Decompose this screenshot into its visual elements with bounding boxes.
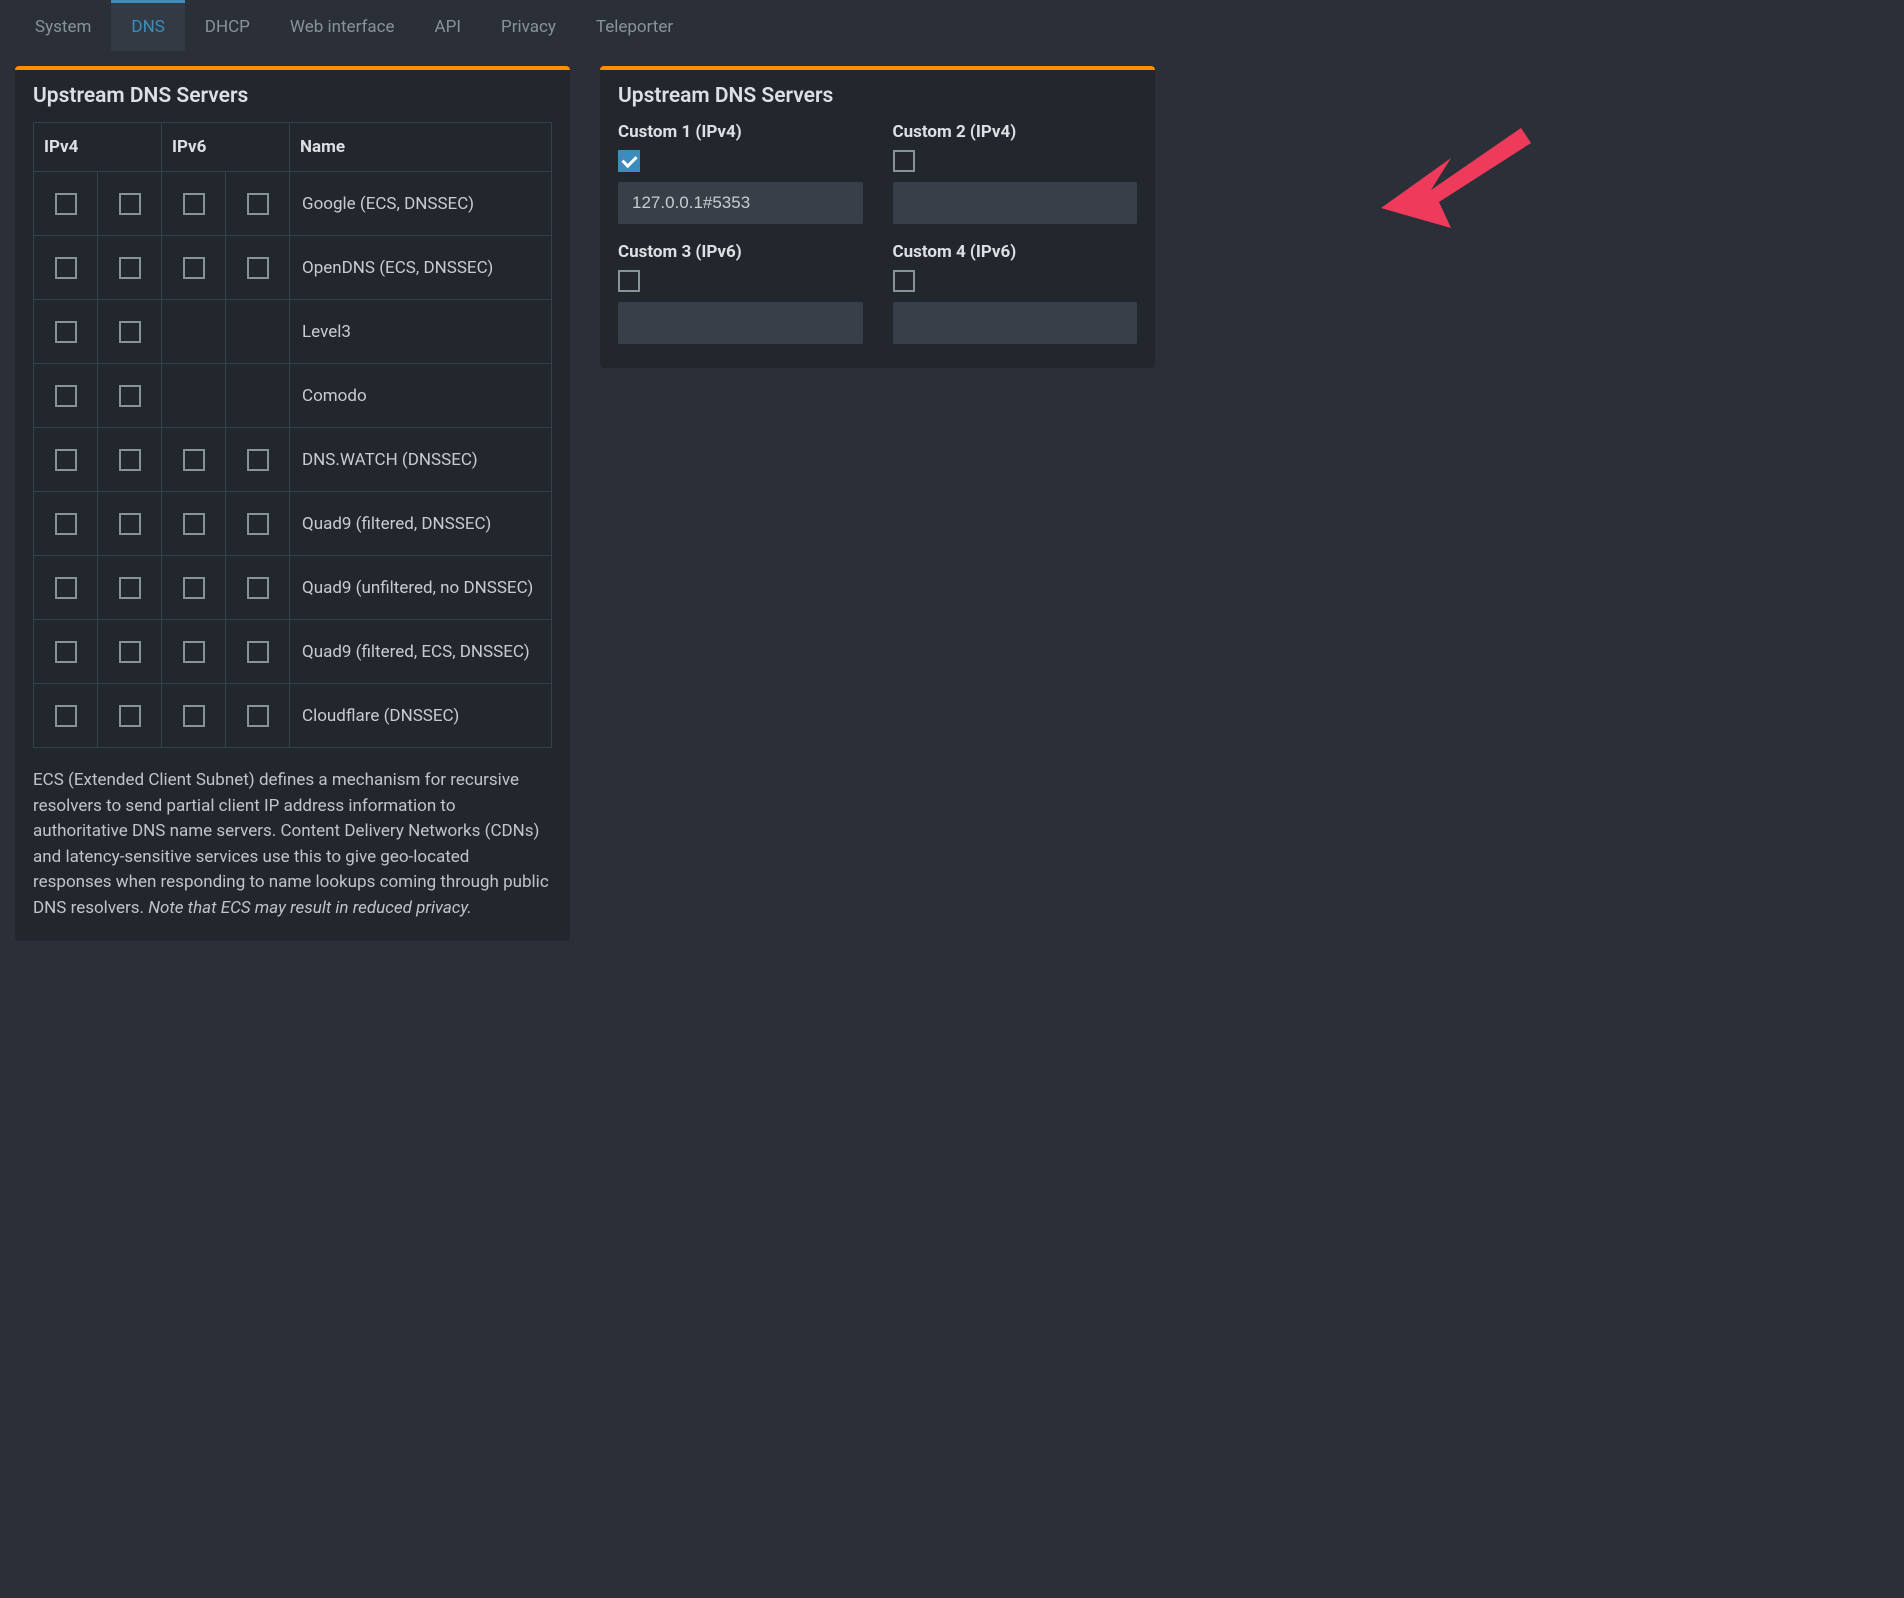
table-row: Quad9 (filtered, ECS, DNSSEC) bbox=[34, 620, 552, 684]
header-ipv6: IPv6 bbox=[162, 123, 290, 172]
table-row: Level3 bbox=[34, 300, 552, 364]
dns-ipv6-checkbox[interactable] bbox=[183, 577, 205, 599]
dns-ipv4-checkbox[interactable] bbox=[55, 257, 77, 279]
dns-ipv4-checkbox[interactable] bbox=[119, 449, 141, 471]
dns-ipv6-checkbox[interactable] bbox=[183, 449, 205, 471]
tab-teleporter[interactable]: Teleporter bbox=[576, 0, 693, 51]
custom-dns-input[interactable] bbox=[893, 182, 1138, 224]
tab-dhcp[interactable]: DHCP bbox=[185, 0, 270, 51]
dns-ipv4-checkbox[interactable] bbox=[119, 385, 141, 407]
custom-dns-label: Custom 4 (IPv6) bbox=[893, 242, 1138, 262]
dns-ipv4-checkbox[interactable] bbox=[55, 513, 77, 535]
settings-tabs: System DNS DHCP Web interface API Privac… bbox=[15, 0, 1175, 51]
dns-ipv4-checkbox[interactable] bbox=[55, 641, 77, 663]
dns-ipv6-checkbox[interactable] bbox=[183, 641, 205, 663]
tab-system[interactable]: System bbox=[15, 0, 111, 51]
dns-ipv6-checkbox[interactable] bbox=[183, 705, 205, 727]
dns-ipv4-checkbox[interactable] bbox=[55, 193, 77, 215]
dns-ipv4-checkbox[interactable] bbox=[55, 385, 77, 407]
panel-title: Upstream DNS Servers bbox=[600, 70, 1155, 122]
dns-ipv6-checkbox[interactable] bbox=[247, 449, 269, 471]
custom-dns-input[interactable] bbox=[893, 302, 1138, 344]
dns-ipv6-checkbox[interactable] bbox=[183, 257, 205, 279]
dns-ipv4-checkbox[interactable] bbox=[119, 577, 141, 599]
ecs-footnote: ECS (Extended Client Subnet) defines a m… bbox=[33, 768, 552, 921]
provider-name: Quad9 (filtered, ECS, DNSSEC) bbox=[290, 620, 552, 684]
table-row: Cloudflare (DNSSEC) bbox=[34, 684, 552, 748]
dns-ipv4-checkbox[interactable] bbox=[55, 705, 77, 727]
table-row: DNS.WATCH (DNSSEC) bbox=[34, 428, 552, 492]
tab-dns[interactable]: DNS bbox=[111, 0, 184, 51]
dns-ipv6-checkbox[interactable] bbox=[247, 193, 269, 215]
dns-ipv4-checkbox[interactable] bbox=[119, 257, 141, 279]
provider-name: Quad9 (unfiltered, no DNSSEC) bbox=[290, 556, 552, 620]
custom-dns-field: Custom 4 (IPv6) bbox=[893, 242, 1138, 344]
annotation-arrow-icon bbox=[1381, 118, 1531, 238]
dns-ipv4-checkbox[interactable] bbox=[55, 577, 77, 599]
custom-dns-checkbox[interactable] bbox=[893, 150, 915, 172]
dns-providers-table: IPv4 IPv6 Name Google (ECS, DNSSEC)OpenD… bbox=[33, 122, 552, 748]
dns-ipv6-checkbox[interactable] bbox=[247, 705, 269, 727]
custom-dns-input[interactable] bbox=[618, 182, 863, 224]
dns-ipv4-checkbox[interactable] bbox=[119, 321, 141, 343]
custom-dns-checkbox[interactable] bbox=[618, 150, 640, 172]
panel-title: Upstream DNS Servers bbox=[15, 70, 570, 122]
custom-dns-field: Custom 3 (IPv6) bbox=[618, 242, 863, 344]
custom-dns-label: Custom 1 (IPv4) bbox=[618, 122, 863, 142]
provider-name: DNS.WATCH (DNSSEC) bbox=[290, 428, 552, 492]
custom-dns-checkbox[interactable] bbox=[618, 270, 640, 292]
table-row: Quad9 (filtered, DNSSEC) bbox=[34, 492, 552, 556]
dns-ipv6-checkbox[interactable] bbox=[247, 513, 269, 535]
custom-dns-label: Custom 2 (IPv4) bbox=[893, 122, 1138, 142]
upstream-dns-servers-panel: Upstream DNS Servers IPv4 IPv6 Name Goog… bbox=[15, 66, 570, 941]
dns-ipv6-checkbox[interactable] bbox=[183, 193, 205, 215]
header-name: Name bbox=[290, 123, 552, 172]
dns-ipv6-checkbox[interactable] bbox=[183, 513, 205, 535]
dns-ipv4-checkbox[interactable] bbox=[55, 449, 77, 471]
tab-web-interface[interactable]: Web interface bbox=[270, 0, 415, 51]
custom-dns-input[interactable] bbox=[618, 302, 863, 344]
custom-dns-label: Custom 3 (IPv6) bbox=[618, 242, 863, 262]
table-row: OpenDNS (ECS, DNSSEC) bbox=[34, 236, 552, 300]
provider-name: Comodo bbox=[290, 364, 552, 428]
dns-ipv6-checkbox[interactable] bbox=[247, 641, 269, 663]
provider-name: Level3 bbox=[290, 300, 552, 364]
table-row: Comodo bbox=[34, 364, 552, 428]
table-row: Google (ECS, DNSSEC) bbox=[34, 172, 552, 236]
custom-dns-checkbox[interactable] bbox=[893, 270, 915, 292]
custom-dns-panel: Upstream DNS Servers Custom 1 (IPv4) Cust… bbox=[600, 66, 1155, 368]
custom-dns-field: Custom 2 (IPv4) bbox=[893, 122, 1138, 224]
table-row: Quad9 (unfiltered, no DNSSEC) bbox=[34, 556, 552, 620]
custom-dns-field: Custom 1 (IPv4) bbox=[618, 122, 863, 224]
provider-name: Quad9 (filtered, DNSSEC) bbox=[290, 492, 552, 556]
dns-ipv4-checkbox[interactable] bbox=[119, 641, 141, 663]
tab-api[interactable]: API bbox=[415, 0, 481, 51]
tab-privacy[interactable]: Privacy bbox=[481, 0, 576, 51]
header-ipv4: IPv4 bbox=[34, 123, 162, 172]
dns-ipv4-checkbox[interactable] bbox=[119, 705, 141, 727]
dns-ipv4-checkbox[interactable] bbox=[55, 321, 77, 343]
dns-ipv4-checkbox[interactable] bbox=[119, 193, 141, 215]
provider-name: OpenDNS (ECS, DNSSEC) bbox=[290, 236, 552, 300]
dns-ipv6-checkbox[interactable] bbox=[247, 577, 269, 599]
dns-ipv6-checkbox[interactable] bbox=[247, 257, 269, 279]
dns-ipv4-checkbox[interactable] bbox=[119, 513, 141, 535]
provider-name: Cloudflare (DNSSEC) bbox=[290, 684, 552, 748]
provider-name: Google (ECS, DNSSEC) bbox=[290, 172, 552, 236]
